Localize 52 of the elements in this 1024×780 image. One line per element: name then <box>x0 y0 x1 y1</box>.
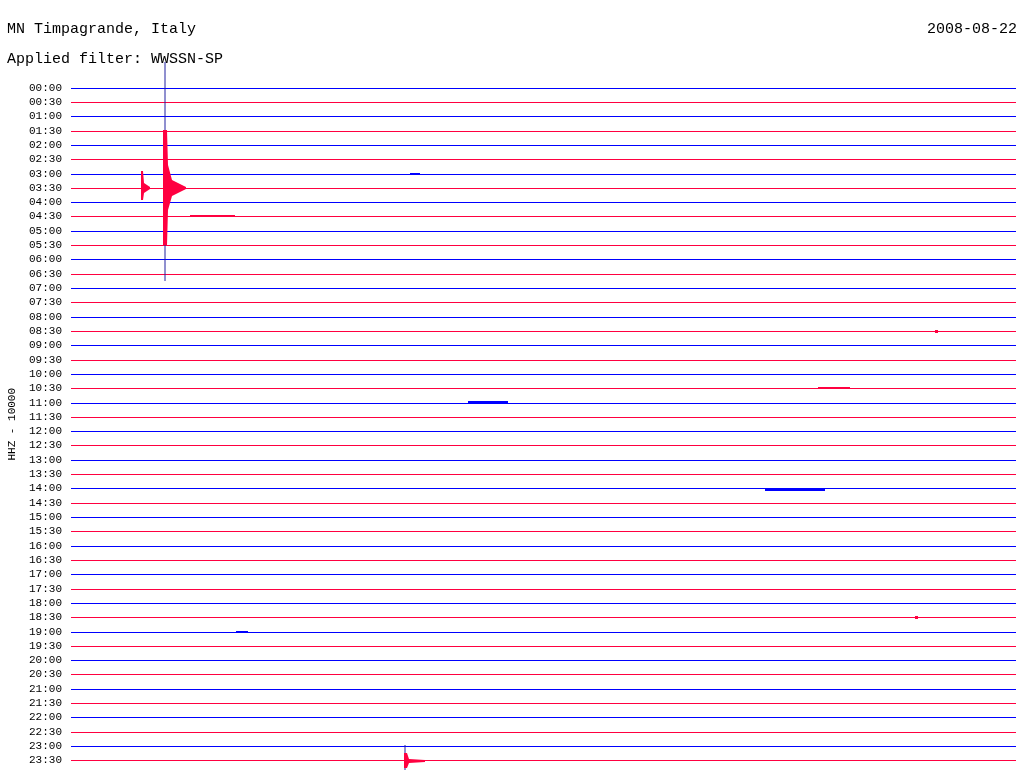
time-label: 00:30 <box>28 96 62 108</box>
time-label: 20:00 <box>28 655 62 667</box>
time-label: 03:30 <box>28 182 62 194</box>
time-label: 23:30 <box>28 755 62 767</box>
time-label: 10:00 <box>28 368 62 380</box>
time-label: 09:30 <box>28 354 62 366</box>
time-label: 09:00 <box>28 340 62 352</box>
time-label: 22:00 <box>28 712 62 724</box>
time-label: 06:30 <box>28 268 62 280</box>
filter-label: Applied filter: WWSSN-SP <box>7 49 224 70</box>
time-label: 12:00 <box>28 426 62 438</box>
time-label: 05:00 <box>28 225 62 237</box>
time-label: 19:00 <box>28 626 62 638</box>
time-label: 17:00 <box>28 569 62 581</box>
time-label: 02:00 <box>28 139 62 151</box>
time-label: 14:30 <box>28 497 62 509</box>
time-label: 05:30 <box>28 240 62 252</box>
time-label: 07:30 <box>28 297 62 309</box>
time-label: 18:00 <box>28 597 62 609</box>
time-label: 18:30 <box>28 612 62 624</box>
time-label: 15:00 <box>28 512 62 524</box>
time-label: 08:30 <box>28 325 62 337</box>
time-label: 01:00 <box>28 111 62 123</box>
axis-label: HHZ - 10000 <box>4 388 19 461</box>
time-label: 07:00 <box>28 283 62 295</box>
time-label: 01:30 <box>28 125 62 137</box>
time-label: 02:30 <box>28 154 62 166</box>
time-label: 16:00 <box>28 540 62 552</box>
time-label: 16:30 <box>28 554 62 566</box>
time-label: 04:00 <box>28 197 62 209</box>
time-label: 12:30 <box>28 440 62 452</box>
station-title: MN Timpagrande, Italy <box>7 19 197 40</box>
time-label: 13:00 <box>28 454 62 466</box>
time-label: 04:30 <box>28 211 62 223</box>
time-label: 19:30 <box>28 640 62 652</box>
time-label: 10:30 <box>28 383 62 395</box>
time-label: 21:30 <box>28 698 62 710</box>
time-label: 08:00 <box>28 311 62 323</box>
time-label: 17:30 <box>28 583 62 595</box>
time-label: 00:00 <box>28 82 62 94</box>
time-label: 20:30 <box>28 669 62 681</box>
time-label: 15:30 <box>28 526 62 538</box>
time-label: 11:00 <box>28 397 62 409</box>
time-label: 14:00 <box>28 483 62 495</box>
time-label: 13:30 <box>28 469 62 481</box>
time-label: 06:00 <box>28 254 62 266</box>
time-label: 21:00 <box>28 683 62 695</box>
time-label: 22:30 <box>28 726 62 738</box>
time-label: 23:00 <box>28 741 62 753</box>
time-label: 11:30 <box>28 411 62 423</box>
time-label: 03:00 <box>28 168 62 180</box>
date-label: 2008-08-22 <box>927 19 1017 40</box>
